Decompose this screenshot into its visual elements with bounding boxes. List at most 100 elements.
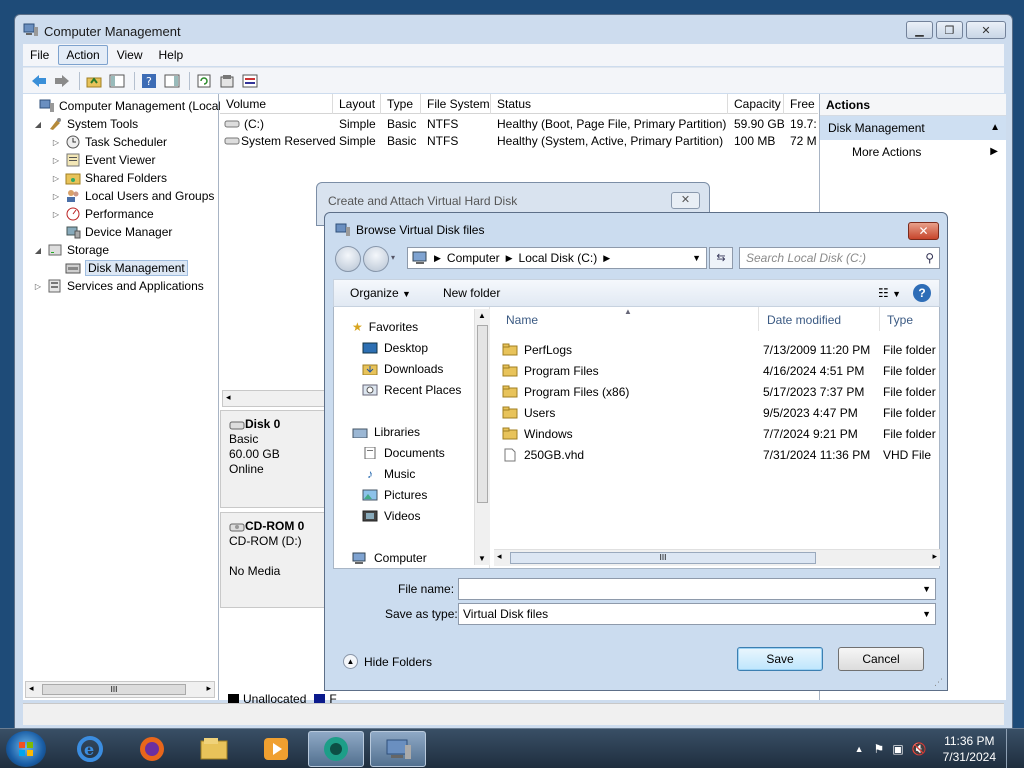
media-player-taskbar-icon[interactable] — [248, 731, 304, 767]
file-row[interactable]: Users 9/5/2023 4:47 PM File folder — [502, 403, 940, 423]
help-icon[interactable]: ? — [913, 284, 931, 302]
back-arrow-icon[interactable] — [29, 72, 49, 90]
file-list-horizontal-scrollbar[interactable]: ◂ III ▸ — [494, 549, 940, 566]
breadcrumb-arrow-icon[interactable]: ▶ — [506, 253, 513, 264]
tree-item-task-scheduler[interactable]: ▷ Task Scheduler — [51, 133, 167, 151]
show-desktop-button[interactable] — [1006, 729, 1016, 768]
save-button[interactable]: Save — [737, 647, 823, 671]
column-layout[interactable]: Layout — [333, 94, 381, 114]
nav-computer[interactable]: Computer — [352, 548, 427, 568]
volume-row[interactable]: System Reserved Simple Basic NTFS Health… — [220, 133, 818, 150]
nav-vertical-scrollbar[interactable]: ▲ ▼ — [474, 309, 490, 565]
breadcrumb-computer[interactable]: Computer — [447, 251, 500, 265]
tree-item-disk-management[interactable]: Disk Management — [61, 259, 188, 277]
new-folder-button[interactable]: New folder — [433, 286, 510, 300]
nav-downloads[interactable]: Downloads — [362, 359, 443, 379]
collapsed-arrow-icon[interactable]: ▷ — [51, 192, 61, 201]
nav-pictures[interactable]: Pictures — [362, 485, 427, 505]
vhd-app-taskbar-icon[interactable] — [308, 731, 364, 767]
internet-explorer-taskbar-icon[interactable]: e — [62, 731, 118, 767]
forward-button[interactable] — [363, 246, 389, 272]
refresh-icon[interactable] — [194, 72, 214, 90]
up-folder-icon[interactable] — [84, 72, 104, 90]
disk-0-panel[interactable]: Disk 0 Basic 60.00 GB Online — [220, 410, 330, 508]
column-date-modified[interactable]: Date modified — [767, 313, 841, 327]
menu-help[interactable]: Help — [152, 46, 191, 64]
address-bar[interactable]: ▶ Computer ▶ Local Disk (C:) ▶ ▼ — [407, 247, 707, 269]
start-button[interactable] — [6, 731, 46, 767]
computer-management-taskbar-icon[interactable] — [370, 731, 426, 767]
scroll-right-arrow-icon[interactable]: ▸ — [206, 683, 211, 694]
close-button[interactable]: ✕ — [671, 192, 700, 209]
column-name[interactable]: Name — [506, 313, 538, 327]
collapsed-arrow-icon[interactable]: ▷ — [33, 282, 43, 291]
collapsed-arrow-icon[interactable]: ▷ — [51, 210, 61, 219]
tree-item-device-manager[interactable]: Device Manager — [61, 223, 172, 241]
firefox-taskbar-icon[interactable] — [124, 731, 180, 767]
help-icon[interactable]: ? — [139, 72, 159, 90]
cancel-button[interactable]: Cancel — [838, 647, 924, 671]
menu-action[interactable]: Action — [58, 45, 108, 65]
scroll-thumb[interactable]: III — [42, 684, 186, 695]
scroll-left-arrow-icon[interactable]: ◂ — [497, 551, 502, 562]
hide-folders-button[interactable]: ▲ Hide Folders — [343, 654, 432, 669]
scroll-left-arrow-icon[interactable]: ◂ — [226, 392, 231, 403]
tree-item-storage[interactable]: ◢ Storage — [33, 241, 109, 259]
file-row[interactable]: PerfLogs 7/13/2009 11:20 PM File folder — [502, 340, 940, 360]
collapsed-arrow-icon[interactable]: ▷ — [51, 156, 61, 165]
nav-music[interactable]: ♪ Music — [362, 464, 415, 484]
file-row[interactable]: Program Files 4/16/2024 4:51 PM File folde… — [502, 361, 940, 381]
recent-pages-arrow-icon[interactable]: ▾ — [391, 253, 395, 262]
column-file-system[interactable]: File System — [421, 94, 491, 114]
refresh-button[interactable]: ⇆ — [709, 247, 733, 269]
properties-icon[interactable] — [217, 72, 237, 90]
scroll-right-arrow-icon[interactable]: ▸ — [932, 551, 937, 562]
nav-videos[interactable]: Videos — [362, 506, 420, 526]
search-input[interactable]: Search Local Disk (C:) ⚲ — [739, 247, 940, 269]
scroll-down-arrow-icon[interactable]: ▼ — [478, 554, 486, 563]
column-type[interactable]: Type — [887, 313, 913, 327]
close-button[interactable]: ✕ — [908, 222, 939, 240]
tree-item-services[interactable]: ▷ Services and Applications — [33, 277, 204, 295]
search-icon[interactable]: ⚲ — [925, 248, 934, 268]
maximize-button[interactable]: ❐ — [936, 21, 963, 39]
dialog-title-bar[interactable]: Browse Virtual Disk files — [335, 223, 484, 237]
back-button[interactable] — [335, 246, 361, 272]
close-button[interactable]: ✕ — [966, 21, 1006, 39]
scroll-up-arrow-icon[interactable]: ▲ — [478, 311, 486, 320]
file-row[interactable]: 250GB.vhd 7/31/2024 11:36 PM VHD File — [502, 445, 940, 465]
disk-settings-icon[interactable] — [240, 72, 260, 90]
network-icon[interactable]: ▣ — [892, 742, 903, 756]
breadcrumb-local-disk[interactable]: Local Disk (C:) — [519, 251, 598, 265]
save-as-type-select[interactable]: Virtual Disk files ▼ — [458, 603, 936, 625]
breadcrumb-arrow-icon[interactable]: ▶ — [434, 253, 441, 264]
breadcrumb-arrow-icon[interactable]: ▶ — [603, 253, 610, 264]
column-free[interactable]: Free — [784, 94, 818, 114]
show-hide-console-tree-icon[interactable] — [107, 72, 127, 90]
collapsed-arrow-icon[interactable]: ▷ — [51, 174, 61, 183]
show-hidden-icons-icon[interactable]: ▲ — [855, 744, 864, 754]
clock[interactable]: 11:36 PM 7/31/2024 — [943, 733, 996, 765]
address-dropdown-icon[interactable]: ▼ — [692, 253, 701, 263]
collapsed-arrow-icon[interactable]: ▷ — [51, 138, 61, 147]
menu-file[interactable]: File — [23, 46, 56, 64]
tree-item-performance[interactable]: ▷ Performance — [51, 205, 154, 223]
file-row[interactable]: Program Files (x86) 5/17/2023 7:37 PM File… — [502, 382, 940, 402]
action-center-flag-icon[interactable]: ⚑ — [874, 742, 885, 756]
view-options-icon[interactable]: ☷ ▼ — [878, 286, 901, 300]
more-actions-item[interactable]: More Actions ▶ — [820, 140, 1006, 164]
title-bar[interactable]: Computer Management ▁ ❐ ✕ — [15, 15, 1012, 43]
expanded-arrow-icon[interactable]: ◢ — [33, 246, 43, 255]
menu-view[interactable]: View — [110, 46, 150, 64]
tree-item-computer-management[interactable]: Computer Management (Local — [25, 97, 221, 115]
file-name-input[interactable]: ▼ — [458, 578, 936, 600]
show-hide-action-pane-icon[interactable] — [162, 72, 182, 90]
nav-favorites[interactable]: ★ Favorites — [352, 317, 418, 337]
volume-muted-icon[interactable]: 🔇 — [912, 742, 927, 756]
nav-recent-places[interactable]: Recent Places — [362, 380, 461, 400]
tree-item-local-users[interactable]: ▷ Local Users and Groups — [51, 187, 214, 205]
column-volume[interactable]: Volume — [220, 94, 333, 114]
scroll-thumb[interactable]: III — [510, 552, 816, 564]
resize-grip-icon[interactable]: ⋰ — [934, 677, 943, 688]
expanded-arrow-icon[interactable]: ◢ — [33, 120, 43, 129]
